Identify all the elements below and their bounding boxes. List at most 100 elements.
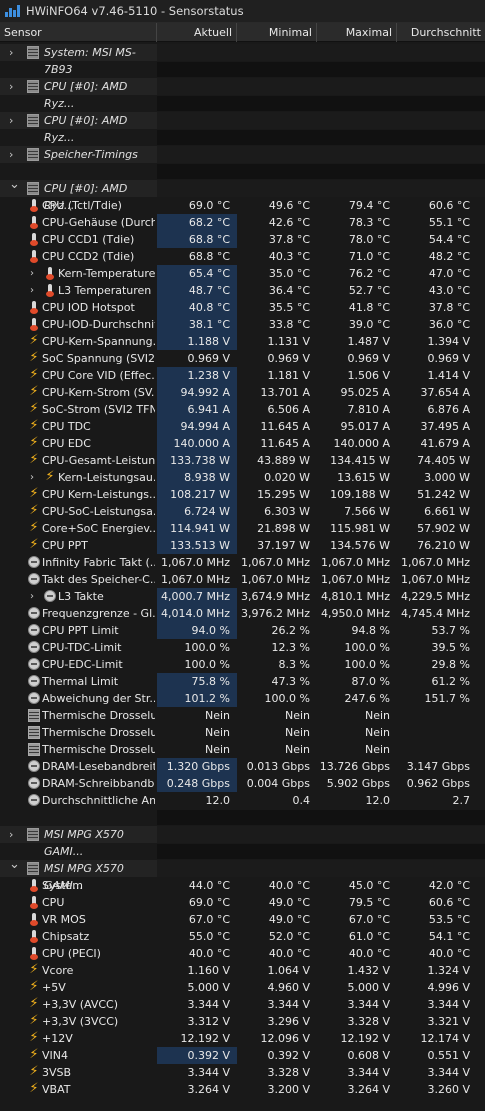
sensor-label: +3,3V (AVCC) [42,998,119,1011]
current-value: 1.238 V [157,367,237,384]
sensor-row[interactable]: CPU (Tctl/Tdie) 69.0 °C 49.6 °C 79.4 °C 60.6… [0,197,485,214]
sensor-row[interactable]: Thermal Limit 75.8 % 47.3 % 87.0 % 61.2 % [0,673,485,690]
sensor-row[interactable]: ⚡ +3,3V (3VCC) 3.312 V 3.296 V 3.328 V 3.321 … [0,1013,485,1030]
sensor-row[interactable]: ⚡ VIN4 0.392 V 0.392 V 0.608 V 0.551 V [0,1047,485,1064]
column-sensor[interactable]: Sensor [0,23,157,42]
collapse-chevron-icon[interactable]: ⌄ [9,176,20,193]
sensor-row[interactable]: ⚡ 3VSB 3.344 V 3.328 V 3.344 V 3.344 V [0,1064,485,1081]
expand-chevron-icon[interactable]: › [9,112,13,129]
sensor-row[interactable]: ⚡ CPU-SoC-Leistungsa... 6.724 W 6.303 W 7.56… [0,503,485,520]
sensor-row[interactable]: Durchschnittliche An... 12.0 0.4 12.0 2.7 [0,792,485,809]
sensor-row[interactable]: Frequenzgrenze - Gl... 4,014.0 MHz 3,976.2… [0,605,485,622]
sensor-row[interactable]: DRAM-Lesebandbreite 1.320 Gbps 0.013 Gbps 1… [0,758,485,775]
average-value: 57.902 W [417,522,470,535]
sensor-row[interactable]: ⚡ CPU Kern-Leistungs... 108.217 W 15.295 W 1… [0,486,485,503]
sensor-row[interactable]: ⚡ VBAT 3.264 V 3.200 V 3.264 V 3.260 V [0,1081,485,1098]
sensor-list[interactable]: › System: MSI MS-7B93 › CPU [#0]: AMD Ryz..… [0,42,485,1111]
column-minimum[interactable]: Minimal [237,23,317,42]
sensor-group-header[interactable]: › CPU [#0]: AMD Ryz... [0,112,485,144]
expand-chevron-icon[interactable]: › [9,146,13,163]
sensor-row[interactable]: Thermische Drosselu... Nein Nein Nein [0,707,485,724]
sensor-row[interactable]: CPU PPT Limit 94.0 % 26.2 % 94.8 % 53.7 % [0,622,485,639]
sensor-row[interactable]: CPU-Gehäuse (Durch...68.2 °C 42.6 °C 78.3 … [0,214,485,231]
minimum-value: 40.0 °C [268,947,310,960]
expand-chevron-icon[interactable]: › [9,44,13,61]
expand-chevron-icon[interactable]: › [9,78,13,95]
sensor-row[interactable]: ⚡ CPU Core VID (Effec... 1.238 V 1.181 V 1.5… [0,367,485,384]
minimum-value: 0.004 Gbps [246,777,310,790]
average-value: 48.2 °C [428,250,470,263]
expand-chevron-icon[interactable]: › [9,826,13,843]
sensor-row[interactable]: DRAM-Schreibbandb... 0.248 Gbps 0.004 Gbps… [0,775,485,792]
maximum-value: 0.969 V [347,352,390,365]
sensor-group-header[interactable]: › CPU [#0]: AMD Ryz... [0,78,485,110]
sensor-row[interactable]: ⚡ Vcore 1.160 V 1.064 V 1.432 V 1.324 V [0,962,485,979]
sensor-group-header[interactable]: › System: MSI MS-7B93 [0,44,485,76]
sensor-row[interactable]: System 44.0 °C 40.0 °C 45.0 °C 42.0 °C [0,877,485,894]
sensor-row[interactable]: ⚡ +5V 5.000 V 4.960 V 5.000 V 4.996 V [0,979,485,996]
maximum-value: 5.902 Gbps [326,777,390,790]
sensor-row[interactable]: Takt des Speicher-C... 1,067.0 MHz 1,067.0… [0,571,485,588]
lightning-bolt-icon: ⚡ [29,367,39,382]
sensor-row[interactable]: › L3 Temperaturen 48.7 °C 36.4 °C 52.7 °C 43.… [0,282,485,299]
chip-icon [27,862,39,875]
lightning-bolt-icon: ⚡ [29,333,39,348]
sensor-row[interactable]: ⚡ CPU EDC 140.000 A 11.645 A 140.000 A 41.679… [0,435,485,452]
sensor-row[interactable]: ⚡ CPU TDC 94.994 A 11.645 A 95.017 A 37.495 A [0,418,485,435]
sensor-row[interactable]: › ⚡ Kern-Leistungsau... 8.938 W 0.020 W 13.61… [0,469,485,486]
sensor-row[interactable]: ⚡ +3,3V (AVCC) 3.344 V 3.344 V 3.344 V 3.344 … [0,996,485,1013]
sensor-row[interactable]: ⚡ CPU-Kern-Strom (SV... 94.992 A 13.701 A 95… [0,384,485,401]
sensor-row[interactable]: Abweichung der Str... 101.2 % 100.0 % 247.6… [0,690,485,707]
gauge-icon [28,675,40,687]
app-icon [4,4,20,18]
sensor-row[interactable]: CPU CCD2 (Tdie) 68.8 °C 40.3 °C 71.0 °C 48.2… [0,248,485,265]
sensor-row[interactable]: Thermische Drosselu... Nein Nein Nein [0,724,485,741]
sensor-label: L3 Temperaturen [58,284,152,297]
expand-chevron-icon[interactable]: › [30,469,34,486]
sensor-row[interactable]: CPU-IOD-Durchschnitt 38.1 °C 33.8 °C 39.0 °… [0,316,485,333]
expand-chevron-icon[interactable]: › [30,282,34,299]
sensor-row[interactable]: CPU IOD Hotspot 40.8 °C 35.5 °C 41.8 °C 37.8… [0,299,485,316]
column-current[interactable]: Aktuell [157,23,237,42]
average-value: 40.0 °C [428,947,470,960]
sensor-row[interactable]: Thermische Drosselu... Nein Nein Nein [0,741,485,758]
sensor-row[interactable]: Infinity Fabric Takt (... 1,067.0 MHz 1,06… [0,554,485,571]
group-spacer [0,129,485,146]
sensor-row[interactable]: ⚡ SoC-Strom (SVI2 TFN) 6.941 A 6.506 A 7.810… [0,401,485,418]
sensor-row[interactable]: ⚡ Core+SoC Energiev... 114.941 W 21.898 W 11… [0,520,485,537]
sensor-row[interactable]: CPU-EDC-Limit 100.0 % 8.3 % 100.0 % 29.8 % [0,656,485,673]
sensor-group-header[interactable]: › MSI MPG X570 GAMI... [0,826,485,858]
thermometer-icon [28,301,40,314]
current-value: 3.312 V [187,1015,230,1028]
sensor-label: +5V [42,981,66,994]
average-value: 4,745.4 MHz [400,607,470,620]
sensor-row[interactable]: Chipsatz 55.0 °C 52.0 °C 61.0 °C 54.1 °C [0,928,485,945]
lightning-bolt-icon: ⚡ [29,520,39,535]
sensor-row[interactable]: › Kern-Temperaturen 65.4 °C 35.0 °C 76.2 °C 4… [0,265,485,282]
expand-chevron-icon[interactable]: › [30,588,34,605]
sensor-row[interactable]: ⚡ CPU PPT 133.513 W 37.197 W 134.576 W 76.210… [0,537,485,554]
column-average[interactable]: Durchschnitt [397,23,485,42]
sensor-row[interactable]: ⚡ CPU-Kern-Spannung... 1.188 V 1.131 V 1.487… [0,333,485,350]
collapse-chevron-icon[interactable]: ⌄ [9,856,20,873]
sensor-row[interactable]: CPU CCD1 (Tdie) 68.8 °C 37.8 °C 78.0 °C 54.4… [0,231,485,248]
sensor-row[interactable]: › L3 Takte 4,000.7 MHz 3,674.9 MHz 4,810.1 M… [0,588,485,605]
sensor-group-header[interactable]: ⌄ CPU [#0]: AMD Ryz... [0,177,485,212]
sensor-row[interactable]: CPU 69.0 °C 49.0 °C 79.5 °C 60.6 °C [0,894,485,911]
lightning-bolt-icon: ⚡ [29,1030,39,1045]
column-maximum[interactable]: Maximal [317,23,397,42]
average-value: 1,067.0 MHz [400,556,470,569]
sensor-row[interactable]: CPU (PECI) 40.0 °C 40.0 °C 40.0 °C 40.0 °C [0,945,485,962]
maximum-value: 4,950.0 MHz [320,607,390,620]
sensor-row[interactable]: ⚡ SoC Spannung (SVI2... 0.969 V 0.969 V 0.96… [0,350,485,367]
sensor-row[interactable]: CPU-TDC-Limit 100.0 % 12.3 % 100.0 % 39.5 % [0,639,485,656]
lightning-bolt-icon: ⚡ [29,537,39,552]
sensor-group-header[interactable]: ⌄ MSI MPG X570 GAMI... [0,857,485,892]
minimum-value: 43.889 W [257,454,310,467]
sensor-row[interactable]: ⚡ CPU-Gesamt-Leistun... 133.738 W 43.889 W 1… [0,452,485,469]
sensor-row[interactable]: VR MOS 67.0 °C 49.0 °C 67.0 °C 53.5 °C [0,911,485,928]
sensor-label: CPU Core VID (Effec... [42,369,155,382]
expand-chevron-icon[interactable]: › [30,265,34,282]
sensor-row[interactable]: ⚡ +12V 12.192 V 12.096 V 12.192 V 12.174 V [0,1030,485,1047]
sensor-group-header[interactable]: › Speicher-Timings [0,146,485,163]
